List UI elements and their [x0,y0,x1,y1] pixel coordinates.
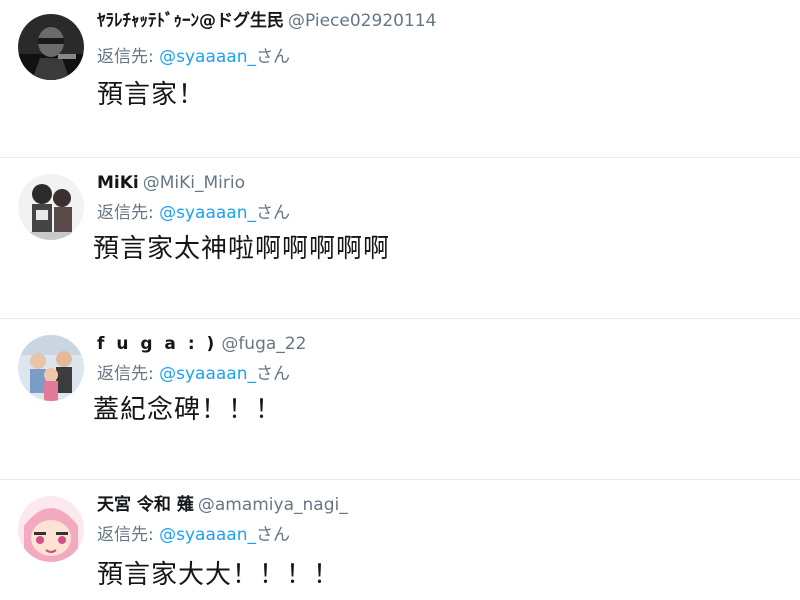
group-photo-avatar-icon [18,335,84,401]
user-handle[interactable]: @fuga_22 [221,334,306,354]
tweet-header: f u g a : ) @fuga_22 [97,333,306,355]
reply-suffix: さん [256,525,291,545]
user-handle[interactable]: @Piece02920114 [288,11,436,31]
tweet-item[interactable]: ﾔﾗﾚﾁｬｯﾃﾄﾞｩｰﾝ@ドグ生民 @Piece02920114 返信先: @sy… [0,0,800,157]
reply-label: 返信先: [97,364,154,384]
tweet-header: 天宮 令和 薙 @amamiya_nagi_ [97,494,348,516]
pink-hair-anime-avatar-icon [18,496,84,562]
reply-to-user-link[interactable]: @syaaaan_ [159,525,256,545]
avatar[interactable] [18,174,84,240]
display-name[interactable]: MiKi [97,173,139,193]
tweet-text: 預言家太神啦啊啊啊啊啊 [93,234,391,264]
avatar[interactable] [18,496,84,562]
reply-context: 返信先: @syaaaan_さん [97,46,290,68]
display-name[interactable]: f u g a : ) [97,334,217,354]
reply-suffix: さん [256,47,291,67]
reply-context: 返信先: @syaaaan_さん [97,363,290,385]
reply-to-user-link[interactable]: @syaaaan_ [159,364,256,384]
avatar[interactable] [18,335,84,401]
tweet-text: 預言家大大！！！！ [97,560,341,590]
reply-context: 返信先: @syaaaan_さん [97,202,290,224]
display-name[interactable]: ﾔﾗﾚﾁｬｯﾃﾄﾞｩｰﾝ@ドグ生民 [97,11,284,31]
display-name[interactable]: 天宮 令和 薙 [97,495,194,515]
reply-label: 返信先: [97,47,154,67]
reply-feed: ﾔﾗﾚﾁｬｯﾃﾄﾞｩｰﾝ@ドグ生民 @Piece02920114 返信先: @sy… [0,0,800,600]
tweet-text: 蓋紀念碑！！！ [93,395,283,425]
tweet-item[interactable]: MiKi @MiKi_Mirio 返信先: @syaaaan_さん 預言家太神啦啊… [0,157,800,318]
reply-suffix: さん [256,364,291,384]
reply-label: 返信先: [97,525,154,545]
avatar[interactable] [18,14,84,80]
reply-context: 返信先: @syaaaan_さん [97,524,290,546]
user-handle[interactable]: @amamiya_nagi_ [198,495,348,515]
reply-to-user-link[interactable]: @syaaaan_ [159,203,256,223]
tweet-item[interactable]: f u g a : ) @fuga_22 返信先: @syaaaan_さん 蓋紀念… [0,318,800,479]
tweet-header: ﾔﾗﾚﾁｬｯﾃﾄﾞｩｰﾝ@ドグ生民 @Piece02920114 [97,10,436,32]
dark-character-avatar-icon [18,14,84,80]
reply-label: 返信先: [97,203,154,223]
tweet-item[interactable]: 天宮 令和 薙 @amamiya_nagi_ 返信先: @syaaaan_さん 預… [0,479,800,600]
anime-characters-avatar-icon [18,174,84,240]
tweet-header: MiKi @MiKi_Mirio [97,172,245,194]
reply-to-user-link[interactable]: @syaaaan_ [159,47,256,67]
tweet-text: 預言家！ [97,80,206,110]
reply-suffix: さん [256,203,291,223]
user-handle[interactable]: @MiKi_Mirio [143,173,245,193]
